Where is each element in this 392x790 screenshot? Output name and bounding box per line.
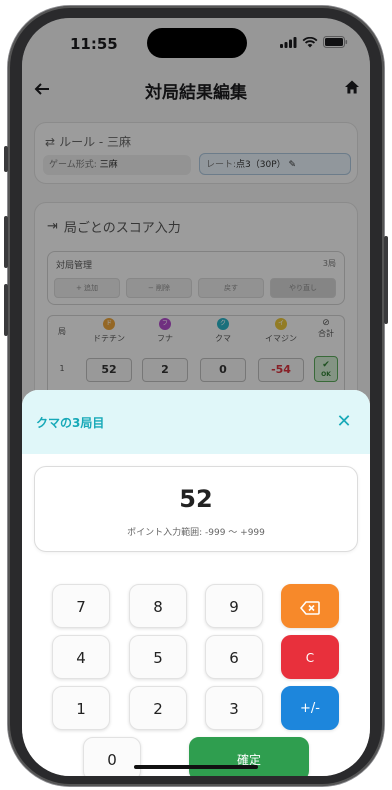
home-indicator	[134, 765, 258, 769]
volume-up-button	[4, 216, 8, 268]
mute-switch	[4, 146, 8, 172]
current-value: 52	[179, 485, 213, 513]
sheet-header: クマの3局目 ✕	[22, 390, 370, 454]
clear-button[interactable]: C	[281, 635, 339, 679]
key-2[interactable]: 2	[129, 686, 187, 730]
power-button	[384, 236, 388, 324]
sign-toggle-button[interactable]: +/-	[281, 686, 339, 730]
range-hint: ポイント入力範囲: -999 〜 +999	[127, 528, 265, 538]
key-6[interactable]: 6	[205, 635, 263, 679]
key-7[interactable]: 7	[52, 584, 110, 628]
close-icon[interactable]: ✕	[330, 408, 358, 436]
value-display: 52 ポイント入力範囲: -999 〜 +999	[34, 466, 358, 552]
backspace-icon	[299, 600, 320, 615]
volume-down-button	[4, 284, 8, 336]
backspace-button[interactable]	[281, 584, 339, 628]
screen: 11:55 対局結果編集 ⇄ ルール - 三麻 ゲーム形式: 三麻 レート:点3…	[22, 18, 370, 776]
confirm-button[interactable]: 確定	[189, 737, 309, 776]
key-8[interactable]: 8	[129, 584, 187, 628]
key-3[interactable]: 3	[205, 686, 263, 730]
key-5[interactable]: 5	[129, 635, 187, 679]
key-1[interactable]: 1	[52, 686, 110, 730]
score-input-sheet: クマの3局目 ✕ 52 ポイント入力範囲: -999 〜 +999 7 8 9 …	[22, 390, 370, 776]
sheet-title: クマの3局目	[36, 416, 105, 430]
key-9[interactable]: 9	[205, 584, 263, 628]
key-0[interactable]: 0	[83, 737, 141, 776]
key-4[interactable]: 4	[52, 635, 110, 679]
